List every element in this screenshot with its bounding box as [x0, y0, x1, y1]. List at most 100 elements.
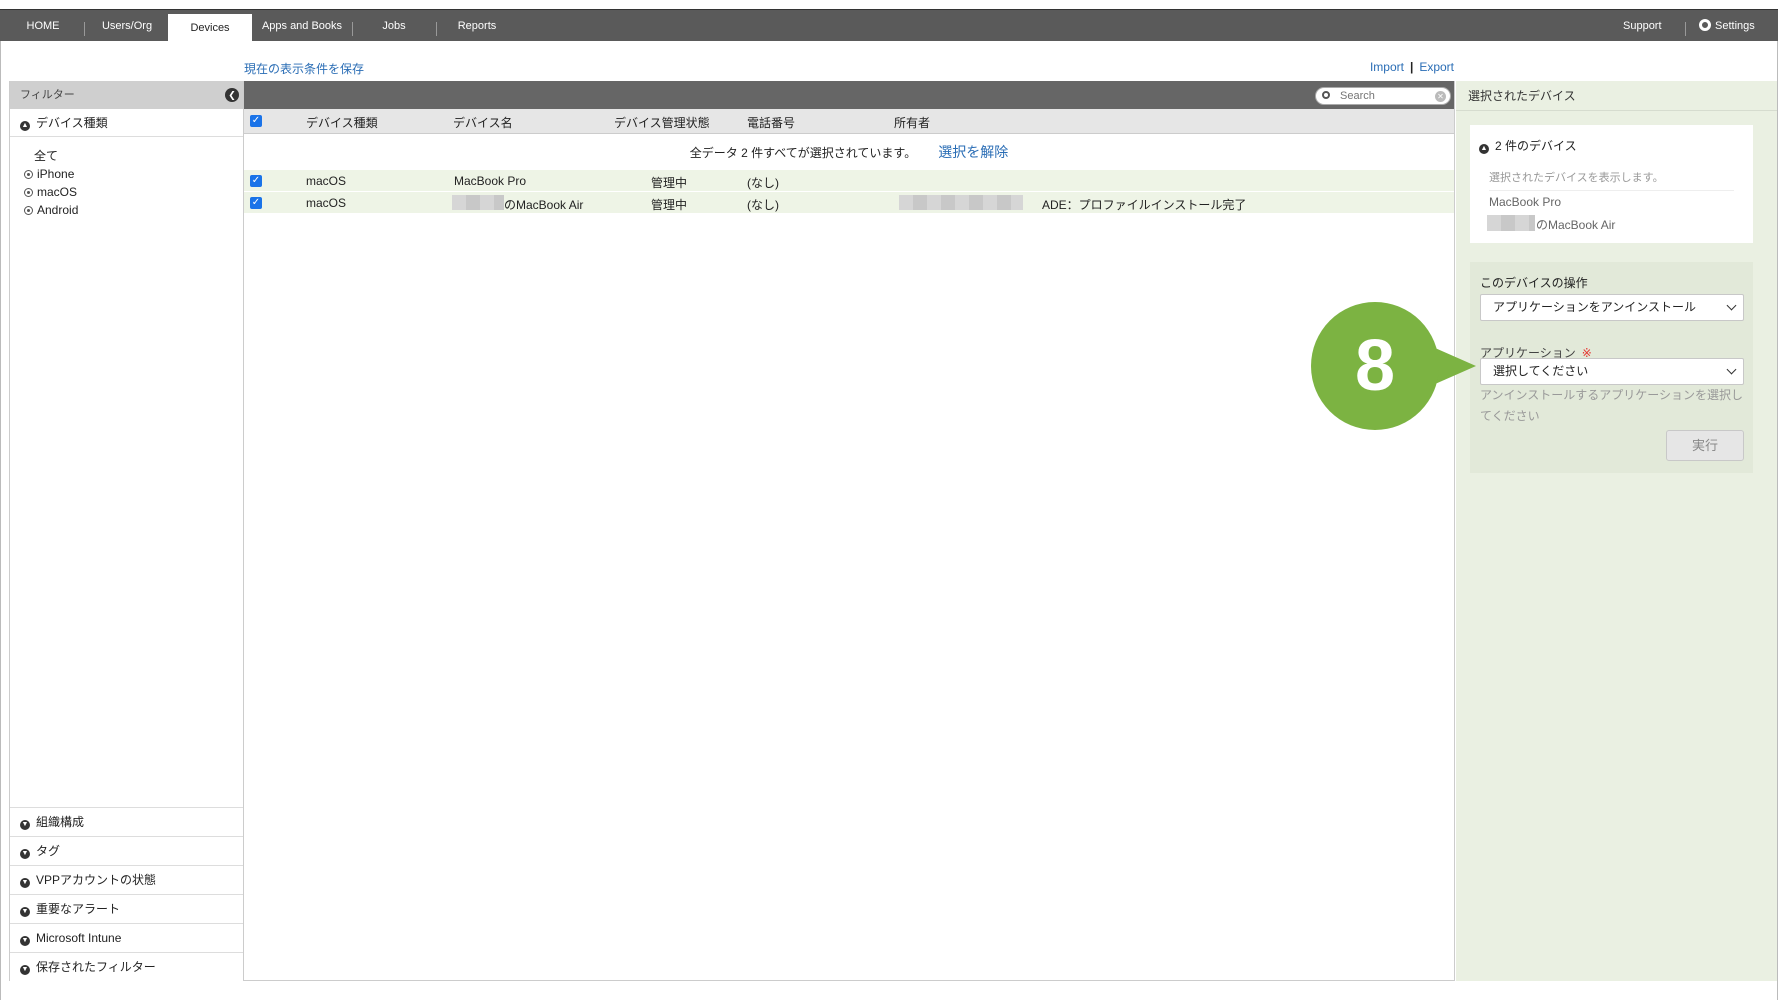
select-all-checkbox[interactable]: ✓: [250, 115, 262, 127]
selected-hint: 選択されたデバイスを表示します。: [1489, 169, 1734, 191]
filter-header: フィルター ❮: [10, 81, 243, 109]
chevron-up-icon: ▲: [20, 121, 30, 131]
filter-item-label: macOS: [37, 185, 78, 199]
save-view-link[interactable]: 現在の表示条件を保存: [244, 60, 364, 77]
tab-jobs[interactable]: Jobs: [364, 10, 424, 42]
tab-divider: [352, 22, 353, 36]
panel-title: 選択されたデバイス: [1456, 81, 1777, 111]
tab-devices[interactable]: Devices: [168, 14, 252, 42]
chevron-down-icon: ▼: [20, 965, 30, 975]
application-help-text: アンインストールするアプリケーションを選択してください: [1480, 388, 1744, 423]
filter-section-tags[interactable]: ▼ タグ: [10, 836, 243, 865]
filter-bottom-sections: ▼ 組織構成 ▼ タグ ▼ VPPアカウントの状態 ▼ 重要なアラート ▼ Microso…: [10, 807, 243, 981]
step-callout-badge: 8: [1311, 302, 1439, 430]
selected-devices-box: ▲ 2 件のデバイス 選択されたデバイスを表示します。 MacBook Pro の…: [1470, 125, 1753, 243]
search-box[interactable]: ✕: [1315, 87, 1451, 105]
cell-device-name[interactable]: MacBook Pro: [454, 174, 526, 188]
export-link[interactable]: Export: [1419, 60, 1454, 74]
tab-users-org[interactable]: Users/Org: [92, 10, 162, 42]
tab-home[interactable]: HOME: [14, 10, 72, 42]
column-header[interactable]: デバイス名: [453, 114, 513, 131]
clear-search-icon[interactable]: ✕: [1435, 91, 1446, 102]
radio-icon: [24, 188, 33, 197]
table-row[interactable]: ✓ macOS MacBook Pro 管理中 (なし): [244, 170, 1454, 192]
link-divider: |: [1409, 60, 1414, 74]
table-header: ✓ デバイス種類 デバイス名 デバイス管理状態 電話番号 所有者: [244, 109, 1454, 134]
chevron-down-icon: ▼: [20, 936, 30, 946]
filter-section-label: 組織構成: [36, 815, 85, 829]
filter-title: フィルター: [20, 89, 75, 101]
settings-link[interactable]: Settings: [1699, 10, 1755, 42]
redacted-owner: [899, 195, 1023, 210]
column-header[interactable]: デバイス種類: [306, 114, 378, 131]
filter-section-label: タグ: [36, 844, 61, 858]
radio-icon: [24, 170, 33, 179]
row-checkbox[interactable]: ✓: [250, 197, 262, 209]
filter-section-label: 重要なアラート: [36, 902, 121, 916]
application-select[interactable]: 選択してください: [1480, 358, 1744, 385]
device-type-list: 全て iPhone macOS Android: [10, 137, 243, 219]
tab-reports[interactable]: Reports: [444, 10, 510, 42]
filter-section-saved[interactable]: ▼ 保存されたフィルター: [10, 952, 243, 981]
selection-message: 全データ 2 件すべてが選択されています。: [689, 146, 917, 160]
tab-divider: [436, 22, 437, 36]
filter-section-device-type[interactable]: ▲ デバイス種類: [10, 109, 243, 137]
redacted-block: [1487, 215, 1535, 231]
selected-device-item: MacBook Pro: [1489, 195, 1562, 209]
selected-device-item: のMacBook Air: [1536, 218, 1616, 232]
chevron-down-icon: ▼: [20, 820, 30, 830]
filter-section-alerts[interactable]: ▼ 重要なアラート: [10, 894, 243, 923]
cell-device-name[interactable]: のMacBook Air: [504, 196, 583, 213]
top-nav: HOME Users/Org Devices Apps and Books Jo…: [0, 9, 1778, 42]
selected-devices-panel: 選択されたデバイス ▲ 2 件のデバイス 選択されたデバイスを表示します。 Mac…: [1456, 81, 1777, 981]
cell-device-type: macOS: [306, 196, 347, 210]
cell-phone: (なし): [747, 198, 779, 212]
application-select-value: 選択してください: [1493, 364, 1589, 378]
row-checkbox[interactable]: ✓: [250, 175, 262, 187]
operation-select[interactable]: アプリケーションをアンインストール: [1480, 294, 1744, 321]
cell-status: 管理中: [651, 176, 688, 190]
search-input[interactable]: [1340, 89, 1430, 103]
clear-selection-link[interactable]: 選択を解除: [938, 144, 1008, 160]
import-link[interactable]: Import: [1370, 60, 1404, 74]
column-header[interactable]: デバイス管理状態: [614, 114, 710, 131]
device-count-toggle[interactable]: ▲ 2 件のデバイス: [1479, 137, 1577, 154]
support-link[interactable]: Support: [1623, 10, 1662, 42]
filter-section-intune[interactable]: ▼ Microsoft Intune: [10, 923, 243, 952]
filter-item-macos[interactable]: macOS: [24, 183, 243, 201]
chevron-down-icon: ▼: [20, 878, 30, 888]
filter-item-iphone[interactable]: iPhone: [24, 165, 243, 183]
tab-divider: [84, 22, 85, 36]
filter-section-vpp[interactable]: ▼ VPPアカウントの状態: [10, 865, 243, 894]
filter-item-all[interactable]: 全て: [24, 147, 243, 165]
filter-panel: フィルター ❮ ▲ デバイス種類 全て iPhone macOS Android …: [9, 81, 244, 981]
chevron-down-icon: ▼: [20, 849, 30, 859]
radio-icon: [24, 206, 33, 215]
filter-section-org[interactable]: ▼ 組織構成: [10, 807, 243, 836]
collapse-left-icon[interactable]: ❮: [225, 88, 239, 102]
filter-section-label: Microsoft Intune: [36, 931, 122, 945]
device-table-area: ✕ ✓ デバイス種類 デバイス名 デバイス管理状態 電話番号 所有者 全データ …: [244, 81, 1455, 981]
operations-box: このデバイスの操作 アプリケーションをアンインストール アプリケーション ※ 選択…: [1470, 262, 1753, 473]
import-export-links: Import | Export: [1370, 60, 1454, 74]
chevron-down-icon: [1726, 364, 1737, 375]
filter-item-label: Android: [37, 203, 79, 217]
gear-icon: [1699, 19, 1711, 31]
run-button[interactable]: 実行: [1666, 430, 1744, 461]
cell-device-type: macOS: [306, 174, 347, 188]
chevron-down-icon: ▼: [20, 907, 30, 917]
filter-item-label: iPhone: [37, 167, 75, 181]
redacted-block: [452, 195, 504, 210]
device-count: 2 件のデバイス: [1495, 139, 1577, 153]
selection-banner: 全データ 2 件すべてが選択されています。 選択を解除: [244, 134, 1454, 170]
cell-note: ADE：プロファイルインストール完了: [1042, 198, 1247, 212]
tab-apps-and-books[interactable]: Apps and Books: [260, 10, 344, 42]
chevron-down-icon: [1726, 300, 1737, 311]
table-toolbar: ✕: [244, 81, 1454, 109]
column-header[interactable]: 所有者: [894, 114, 930, 131]
cell-status: 管理中: [651, 198, 688, 212]
table-row[interactable]: ✓ macOS のMacBook Air 管理中 (なし) ADE：プロファイル…: [244, 192, 1454, 214]
column-header[interactable]: 電話番号: [747, 114, 795, 131]
filter-item-android[interactable]: Android: [24, 201, 243, 219]
filter-section-label: デバイス種類: [36, 116, 108, 130]
